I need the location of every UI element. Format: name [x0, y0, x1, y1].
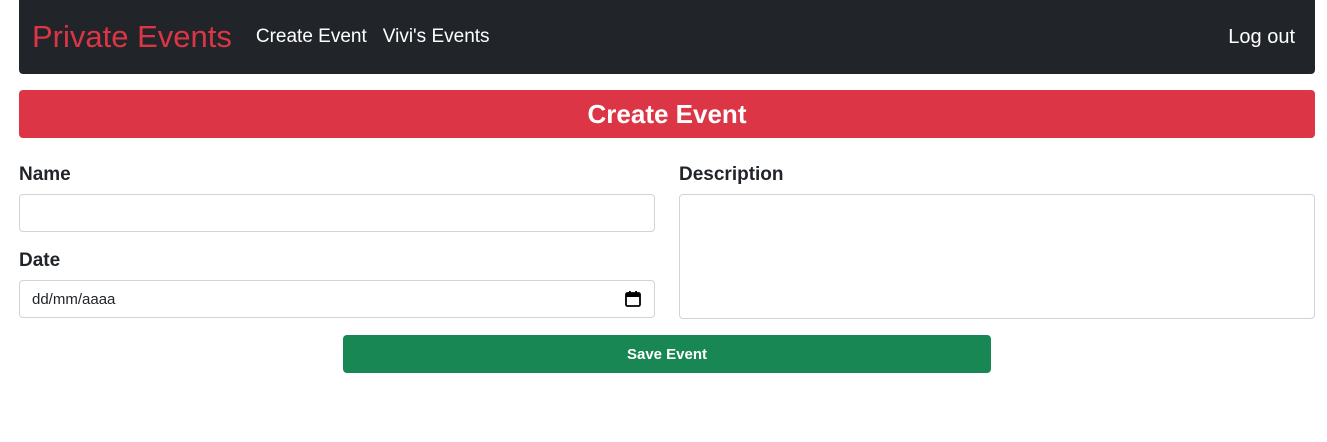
page-title: Create Event [587, 98, 747, 129]
brand-link[interactable]: Private Events [32, 19, 232, 55]
logout-link[interactable]: Log out [1228, 26, 1295, 49]
save-event-button[interactable]: Save Event [343, 335, 991, 373]
name-label: Name [19, 164, 71, 185]
navbar: Private Events Create Event Vivi's Event… [19, 0, 1315, 74]
nav-link-create-event[interactable]: Create Event [256, 26, 367, 48]
page-title-banner: Create Event [19, 90, 1315, 138]
date-input[interactable]: dd/mm/aaaa [19, 280, 655, 318]
nav-link-my-events[interactable]: Vivi's Events [383, 26, 490, 48]
name-input[interactable] [19, 194, 655, 232]
calendar-icon[interactable] [624, 290, 642, 308]
description-label: Description [679, 164, 784, 185]
date-label: Date [19, 250, 61, 271]
description-textarea[interactable] [679, 194, 1315, 319]
date-placeholder: dd/mm/aaaa [32, 290, 116, 308]
